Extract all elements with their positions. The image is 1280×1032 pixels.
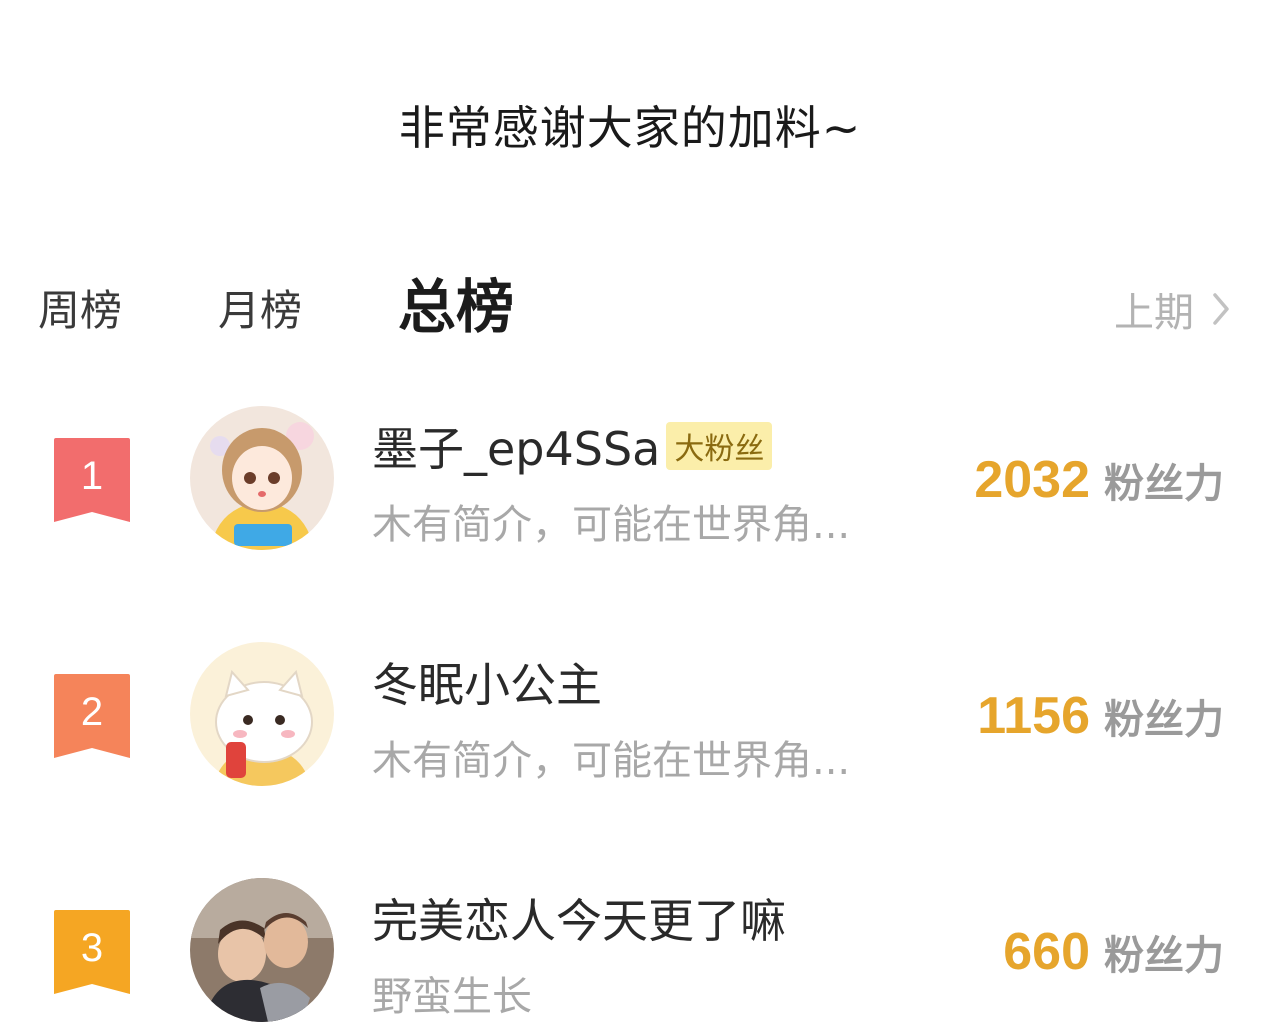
rank-badge: 3 xyxy=(54,910,130,994)
score-unit: 粉丝力 xyxy=(1104,933,1224,979)
fan-power-score: 1156 粉丝力 xyxy=(977,686,1224,746)
score-value: 1156 xyxy=(977,687,1090,745)
ranking-tabs: 周榜 月榜 总榜 上期 xyxy=(38,272,1230,352)
previous-period-label: 上期 xyxy=(1114,290,1194,336)
score-value: 660 xyxy=(1003,923,1090,981)
leaderboard-row[interactable]: 1 墨子_ep4SSa 大粉丝 木有简介，可能在世界角... 2032 粉丝力 xyxy=(0,400,1280,560)
fan-level-badge: 大粉丝 xyxy=(666,422,773,470)
score-unit: 粉丝力 xyxy=(1104,697,1224,743)
score-unit: 粉丝力 xyxy=(1104,461,1224,507)
rank-number: 2 xyxy=(80,690,104,734)
fan-power-score: 660 粉丝力 xyxy=(1003,922,1224,982)
user-name-line: 墨子_ep4SSa 大粉丝 xyxy=(372,413,773,479)
thanks-message: 非常感谢大家的加料~ xyxy=(398,101,862,155)
chevron-right-icon xyxy=(1213,293,1229,325)
user-bio: 木有简介，可能在世界角... xyxy=(372,738,851,784)
user-bio: 木有简介，可能在世界角... xyxy=(372,502,851,548)
user-name-line: 冬眠小公主 xyxy=(372,652,602,712)
user-name[interactable]: 冬眠小公主 xyxy=(372,649,602,715)
tab-weekly[interactable]: 周榜 xyxy=(38,277,122,338)
tab-total[interactable]: 总榜 xyxy=(398,260,514,344)
user-bio: 野蛮生长 xyxy=(372,974,532,1020)
leaderboard-row[interactable]: 3 完美恋人今天更了嘛 野蛮生长 660 粉丝力 xyxy=(0,872,1280,1032)
rank-badge: 2 xyxy=(54,674,130,758)
rank-badge: 1 xyxy=(54,438,130,522)
rank-number: 1 xyxy=(80,454,104,498)
user-name[interactable]: 墨子_ep4SSa xyxy=(372,413,660,479)
user-name[interactable]: 完美恋人今天更了嘛 xyxy=(372,885,786,951)
avatar[interactable] xyxy=(190,406,334,550)
avatar[interactable] xyxy=(190,878,334,1022)
fan-power-score: 2032 粉丝力 xyxy=(974,450,1224,510)
leaderboard-row[interactable]: 2 冬眠小公主 木有简介，可能在世界角... 1156 粉丝力 xyxy=(0,636,1280,796)
tab-monthly[interactable]: 月榜 xyxy=(218,277,302,338)
avatar[interactable] xyxy=(190,642,334,786)
previous-period-link[interactable]: 上期 xyxy=(1114,280,1230,338)
score-value: 2032 xyxy=(974,451,1090,509)
user-name-line: 完美恋人今天更了嘛 xyxy=(372,888,786,948)
rank-number: 3 xyxy=(80,926,104,970)
